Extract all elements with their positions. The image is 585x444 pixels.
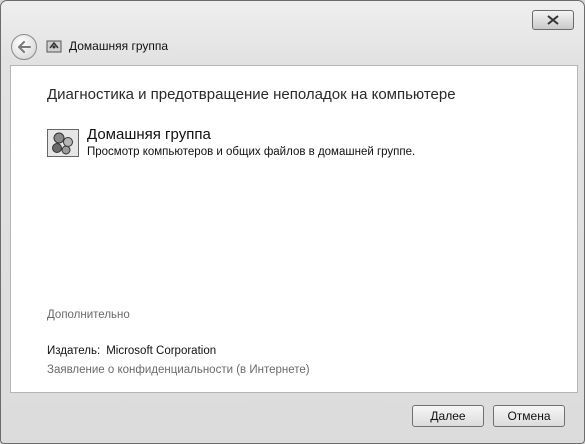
item-description: Просмотр компьютеров и общих файлов в до… (87, 146, 416, 158)
publisher-row: Издатель: Microsoft Corporation (47, 345, 216, 357)
troubleshooter-window: Домашняя группа Диагностика и предотвращ… (0, 0, 585, 444)
advanced-link[interactable]: Дополнительно (47, 309, 130, 321)
troubleshoot-tool-icon (46, 40, 62, 53)
homegroup-icon (47, 129, 79, 157)
content-panel: Диагностика и предотвращение неполадок н… (10, 65, 578, 393)
next-button[interactable]: Далее (412, 405, 484, 427)
publisher-label: Издатель: (47, 345, 101, 357)
page-heading: Диагностика и предотвращение неполадок н… (47, 86, 456, 103)
cancel-button[interactable]: Отмена (493, 405, 565, 427)
back-button[interactable] (11, 34, 37, 60)
close-button[interactable] (532, 10, 574, 30)
item-title[interactable]: Домашняя группа (87, 126, 211, 143)
close-icon (547, 15, 559, 25)
privacy-statement-link[interactable]: Заявление о конфиденциальности (в Интерн… (47, 364, 310, 376)
window-title: Домашняя группа (69, 39, 169, 53)
back-arrow-icon (18, 41, 31, 53)
publisher-value: Microsoft Corporation (106, 345, 217, 357)
